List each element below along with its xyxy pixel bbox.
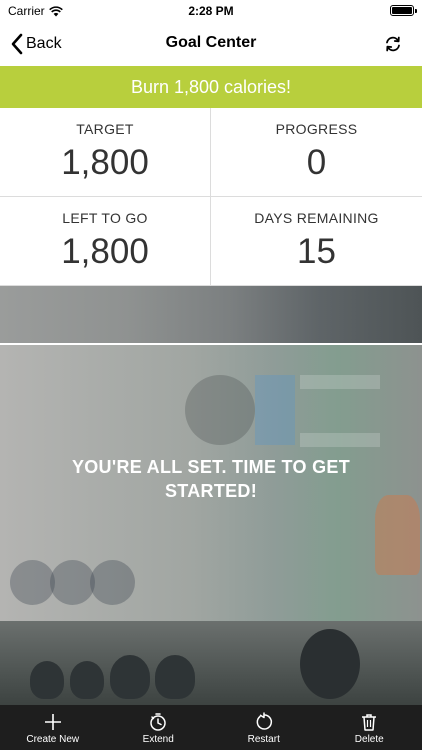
stopwatch-icon: [150, 713, 166, 731]
battery-icon: [390, 5, 417, 16]
stat-days-remaining-value: 15: [297, 232, 336, 271]
stat-left-to-go: LEFT TO GO 1,800: [0, 197, 211, 286]
get-started-message: YOU'RE ALL SET. TIME TO GET STARTED!: [71, 457, 351, 501]
stat-progress-label: PROGRESS: [275, 121, 358, 137]
status-time: 2:28 PM: [188, 4, 234, 18]
background-photo-strip: [0, 286, 422, 343]
stats-grid: TARGET 1,800 PROGRESS 0 LEFT TO GO 1,800…: [0, 108, 422, 286]
stat-days-remaining: DAYS REMAINING 15: [211, 197, 422, 286]
gym-background-image: YOU'RE ALL SET. TIME TO GET STARTED!: [0, 286, 422, 705]
status-bar: Carrier 2:28 PM: [0, 0, 422, 22]
refresh-icon[interactable]: [384, 35, 402, 53]
message-overlay: YOU'RE ALL SET. TIME TO GET STARTED!: [0, 345, 422, 621]
extend-button[interactable]: Extend: [106, 705, 212, 750]
delete-label: Delete: [354, 734, 384, 745]
goal-banner: Burn 1,800 calories!: [0, 66, 422, 108]
stat-target: TARGET 1,800: [0, 108, 211, 197]
delete-button[interactable]: Delete: [317, 705, 422, 750]
extend-label: Extend: [142, 734, 174, 745]
restart-label: Restart: [247, 734, 280, 745]
stat-left-to-go-value: 1,800: [61, 232, 149, 271]
restart-button[interactable]: Restart: [211, 705, 317, 750]
plus-icon: [44, 714, 61, 730]
background-photo-bottom: [0, 621, 422, 705]
stat-target-label: TARGET: [76, 121, 134, 137]
create-new-button[interactable]: Create New: [0, 705, 106, 750]
restart-icon: [256, 712, 272, 730]
stat-progress: PROGRESS 0: [211, 108, 422, 197]
tab-bar: Create New Extend Restart Delete: [0, 705, 422, 750]
page-title: Goal Center: [165, 34, 257, 51]
create-new-label: Create New: [26, 734, 80, 745]
trash-icon: [362, 714, 377, 731]
stat-days-remaining-label: DAYS REMAINING: [254, 210, 379, 226]
navigation-bar: Back Goal Center: [0, 22, 422, 66]
stat-target-value: 1,800: [61, 143, 149, 182]
stat-progress-value: 0: [306, 143, 327, 182]
stat-left-to-go-label: LEFT TO GO: [62, 210, 148, 226]
goal-banner-text: Burn 1,800 calories!: [130, 76, 292, 97]
